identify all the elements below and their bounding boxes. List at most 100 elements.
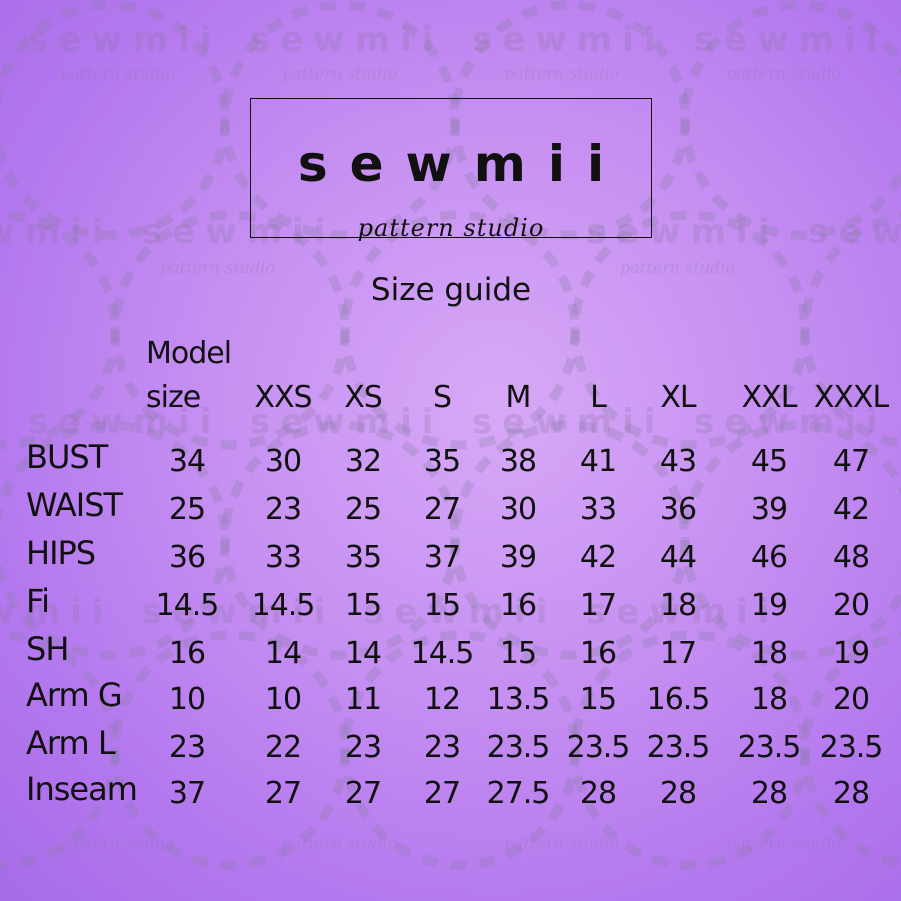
table-cell: 28 (579, 776, 617, 811)
table-cell: 41 (579, 444, 617, 479)
table-cell: 43 (659, 444, 697, 479)
table-cell: 48 (832, 540, 870, 575)
table-cell: 37 (168, 776, 206, 811)
table-cell: 30 (264, 444, 302, 479)
table-cell: 14.5 (155, 588, 220, 623)
table-cell: 27 (423, 776, 461, 811)
watermark-word: sewmii (472, 20, 666, 60)
table-cell: 32 (344, 444, 382, 479)
size-guide-canvas: sewmii sewmii sewmii sewmii pattern stud… (0, 0, 901, 901)
size-header-m: M (505, 380, 532, 415)
table-cell: 30 (499, 492, 537, 527)
table-cell: 39 (499, 540, 537, 575)
size-header-xxs: XXS (254, 380, 312, 415)
watermark-word: sewmii (472, 402, 666, 442)
table-cell: 27 (423, 492, 461, 527)
table-cell: 10 (168, 682, 206, 717)
table-cell: 18 (750, 682, 788, 717)
row-label: Fi (26, 582, 50, 620)
watermark-word: sewmii (808, 212, 901, 252)
header-model-label: Model (146, 336, 232, 371)
row-label: Arm G (26, 676, 123, 714)
row-label: Inseam (26, 770, 138, 808)
logo-wordmark: sewmii (297, 135, 627, 193)
table-cell: 47 (832, 444, 870, 479)
table-cell: 14.5 (410, 636, 475, 671)
table-cell: 33 (264, 540, 302, 575)
table-cell: 20 (832, 588, 870, 623)
table-cell: 16 (579, 636, 617, 671)
table-cell: 27 (264, 776, 302, 811)
table-cell: 14 (344, 636, 382, 671)
size-header-xxxl: XXXL (813, 380, 889, 415)
table-cell: 17 (659, 636, 697, 671)
table-cell: 42 (579, 540, 617, 575)
size-header-xxl: XXL (741, 380, 798, 415)
table-cell: 33 (579, 492, 617, 527)
table-cell: 28 (659, 776, 697, 811)
row-label: SH (26, 630, 69, 668)
watermark-tagline: pattern studio (726, 64, 842, 83)
table-cell: 14 (264, 636, 302, 671)
page-title: Size guide (370, 272, 532, 308)
table-cell: 45 (750, 444, 788, 479)
header-size-label: size (146, 380, 201, 415)
table-cell: 10 (264, 682, 302, 717)
watermark-tagline: pattern studio (60, 64, 176, 83)
table-cell: 15 (579, 682, 617, 717)
table-cell: 13.5 (486, 682, 551, 717)
table-cell: 23 (423, 730, 461, 765)
watermark-tagline: pattern studio (60, 834, 176, 853)
table-cell: 23.5 (737, 730, 802, 765)
table-cell: 25 (168, 492, 206, 527)
size-header-xs: XS (344, 380, 383, 415)
watermark-word: sewmii (694, 20, 888, 60)
size-header-s: S (432, 380, 452, 415)
table-cell: 12 (423, 682, 461, 717)
table-cell: 18 (659, 588, 697, 623)
logo-tagline: pattern studio (357, 214, 545, 242)
watermark-tagline: pattern studio (504, 834, 620, 853)
table-cell: 36 (659, 492, 697, 527)
table-cell: 14.5 (251, 588, 316, 623)
row-label: HIPS (26, 534, 96, 572)
table-cell: 35 (423, 444, 461, 479)
table-cell: 19 (750, 588, 788, 623)
table-cell: 36 (168, 540, 206, 575)
table-cell: 11 (344, 682, 382, 717)
size-header-l: L (590, 380, 607, 415)
table-cell: 16.5 (646, 682, 711, 717)
table-cell: 35 (344, 540, 382, 575)
watermark-word: sewmii (250, 20, 444, 60)
table-cell: 19 (832, 636, 870, 671)
table-cell: 28 (832, 776, 870, 811)
table-cell: 46 (750, 540, 788, 575)
table-cell: 23.5 (566, 730, 631, 765)
table-cell: 23 (264, 492, 302, 527)
table-cell: 15 (423, 588, 461, 623)
table-cell: 44 (659, 540, 697, 575)
watermark-tagline: pattern studio (282, 834, 398, 853)
table-cell: 15 (344, 588, 382, 623)
table-cell: 22 (264, 730, 302, 765)
row-label: WAIST (26, 486, 123, 524)
watermark-tagline: pattern studio (504, 64, 620, 83)
size-header-xl: XL (660, 380, 696, 415)
table-cell: 23.5 (819, 730, 884, 765)
table-cell: 27.5 (486, 776, 551, 811)
table-cell: 23.5 (646, 730, 711, 765)
table-cell: 25 (344, 492, 382, 527)
watermark-tagline: pattern studio (726, 834, 842, 853)
table-cell: 17 (579, 588, 617, 623)
table-cell: 37 (423, 540, 461, 575)
watermark-tagline: pattern studio (282, 64, 398, 83)
table-cell: 38 (499, 444, 537, 479)
row-label: Arm L (26, 724, 116, 762)
table-cell: 18 (750, 636, 788, 671)
table-cell: 23 (168, 730, 206, 765)
table-cell: 16 (168, 636, 206, 671)
table-cell: 23 (344, 730, 382, 765)
table-cell: 28 (750, 776, 788, 811)
table-cell: 15 (499, 636, 537, 671)
watermark-word: sewmii (28, 20, 222, 60)
